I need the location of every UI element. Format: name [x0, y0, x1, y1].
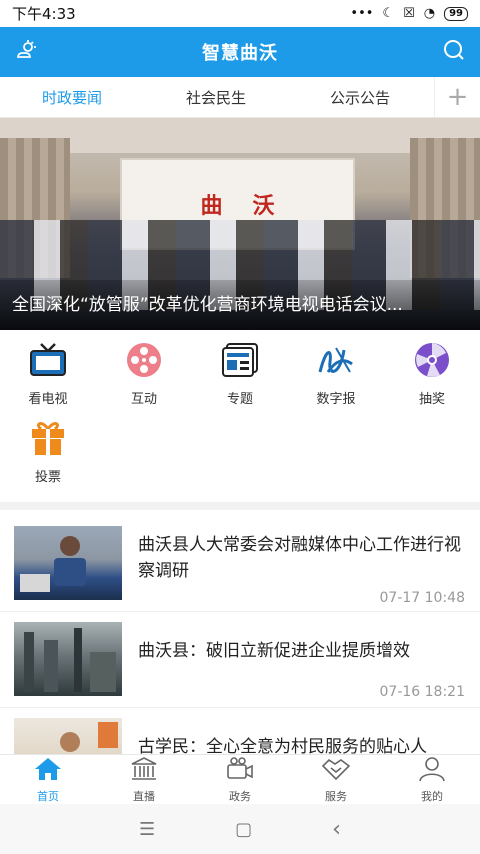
gift-box-icon	[28, 418, 68, 458]
hero-wall	[0, 118, 480, 153]
news-time: 07-17 10:48	[379, 590, 465, 606]
news-time: 07-16 18:21	[379, 684, 465, 700]
bottom-nav: 首页 直播 政务 服务 我的	[0, 754, 480, 804]
moon-icon: ☾	[382, 6, 395, 21]
shortcut-tv[interactable]: 看电视	[0, 340, 96, 418]
system-nav-bar: ☰ ▢ ‹	[0, 804, 480, 854]
sim-icon: ☒	[403, 6, 415, 21]
hero-banner-char: 曲	[200, 193, 223, 219]
add-channel-button[interactable]: +	[434, 77, 480, 117]
shortcut-topic[interactable]: 专题	[192, 340, 288, 418]
film-reel-icon	[124, 340, 164, 380]
news-item[interactable]: 曲沃县：破旧立新促进企业提质增效 07-16 18:21	[0, 612, 480, 708]
nav-label: 政务	[229, 789, 251, 803]
nav-government[interactable]: 政务	[192, 755, 288, 804]
tab-news[interactable]: 时政要闻	[0, 87, 144, 108]
weather-icon[interactable]	[14, 38, 38, 66]
shortcut-label: 专题	[226, 392, 253, 407]
news-item[interactable]: 曲沃县人大常委会对融媒体中心工作进行视察调研 07-17 10:48	[0, 510, 480, 612]
nav-label: 我的	[421, 789, 443, 803]
wifi-icon: ◔	[423, 6, 436, 21]
tv-icon	[28, 340, 68, 380]
battery-icon: 99	[444, 6, 468, 21]
search-icon[interactable]	[442, 38, 466, 66]
nav-label: 服务	[325, 789, 347, 803]
shortcut-label: 投票	[34, 470, 61, 485]
shortcut-digital-paper[interactable]: 数字报	[288, 340, 384, 418]
shortcut-label: 抽奖	[418, 392, 445, 407]
hero-caption[interactable]: 全国深化“放管服”改革优化营商环境电视电话会议...	[0, 280, 480, 330]
handshake-icon	[321, 756, 351, 786]
channel-tabs: 时政要闻 社会民生 公示公告 +	[0, 77, 480, 118]
back-icon[interactable]: ‹	[332, 817, 341, 842]
nav-live[interactable]: 直播	[96, 755, 192, 804]
status-time: 下午4:33	[12, 5, 76, 23]
video-camera-icon	[225, 756, 255, 786]
user-icon	[417, 756, 447, 786]
app-title: 智慧曲沃	[202, 43, 278, 64]
status-bar: 下午4:33 ••• ☾ ☒ ◔ 99	[0, 0, 480, 27]
nav-label: 直播	[133, 789, 155, 803]
hero-carousel[interactable]: 曲 沃 全国深化“放管服”改革优化营商环境电视电话会议...	[0, 118, 480, 330]
news-title: 曲沃县人大常委会对融媒体中心工作进行视察调研	[138, 535, 461, 581]
digital-paper-icon	[316, 340, 356, 380]
nav-label: 首页	[37, 789, 59, 803]
shortcut-lottery[interactable]: 抽奖	[384, 340, 480, 418]
status-icons: ••• ☾ ☒ ◔ 99	[350, 6, 468, 21]
shortcut-interact[interactable]: 互动	[96, 340, 192, 418]
news-thumbnail	[14, 622, 122, 696]
shortcut-vote[interactable]: 投票	[0, 418, 96, 496]
nav-profile[interactable]: 我的	[384, 755, 480, 804]
news-title: 曲沃县：破旧立新促进企业提质增效	[138, 641, 410, 661]
topic-icon	[220, 340, 260, 380]
hero-banner-char: 沃	[252, 193, 275, 219]
menu-icon[interactable]: ☰	[139, 819, 155, 840]
tab-livelihood[interactable]: 社会民生	[144, 87, 288, 108]
lottery-wheel-icon	[412, 340, 452, 380]
shortcut-grid: 看电视 互动 专题 数字报 抽奖 投票	[0, 330, 480, 510]
home-icon	[33, 756, 63, 786]
nav-home[interactable]: 首页	[0, 755, 96, 804]
shortcut-label: 数字报	[316, 392, 356, 407]
news-thumbnail	[14, 526, 122, 600]
nav-service[interactable]: 服务	[288, 755, 384, 804]
app-bar: 智慧曲沃	[0, 27, 480, 77]
tab-notices[interactable]: 公示公告	[288, 87, 432, 108]
home-button-icon[interactable]: ▢	[235, 819, 252, 840]
more-dots-icon: •••	[350, 6, 374, 21]
shortcut-label: 互动	[130, 392, 157, 407]
shortcut-label: 看电视	[28, 392, 68, 407]
live-building-icon	[129, 756, 159, 786]
